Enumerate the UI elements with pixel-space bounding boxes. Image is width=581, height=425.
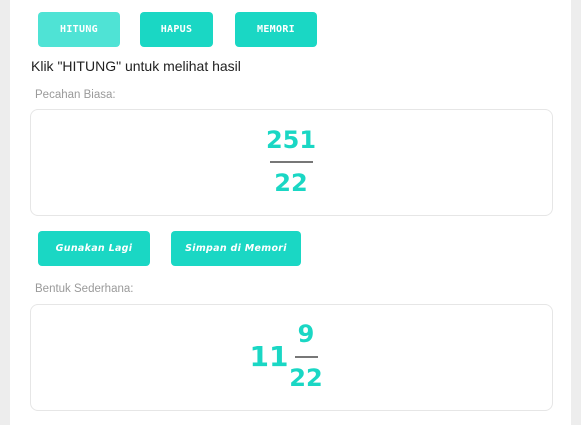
fraction-denominator: 22	[274, 169, 308, 197]
memori-button[interactable]: MEMORI	[235, 12, 317, 47]
hapus-button[interactable]: HAPUS	[140, 12, 213, 47]
simplified-card: 11 9 22	[30, 304, 553, 411]
simplified-denominator: 22	[289, 364, 323, 392]
fraction-card: 251 22	[30, 109, 553, 216]
use-again-button[interactable]: Gunakan Lagi	[38, 231, 150, 266]
simplified-bar	[295, 356, 318, 358]
instruction-text: Klik "HITUNG" untuk melihat hasil	[31, 58, 241, 74]
save-to-memory-button[interactable]: Simpan di Memori	[171, 231, 301, 266]
hitung-button[interactable]: HITUNG	[38, 12, 120, 47]
simplified-label: Bentuk Sederhana:	[35, 283, 134, 295]
fraction-label: Pecahan Biasa:	[35, 89, 116, 101]
fraction-bar	[270, 161, 313, 163]
simplified-numerator: 9	[297, 320, 315, 348]
fraction-numerator: 251	[265, 126, 317, 154]
